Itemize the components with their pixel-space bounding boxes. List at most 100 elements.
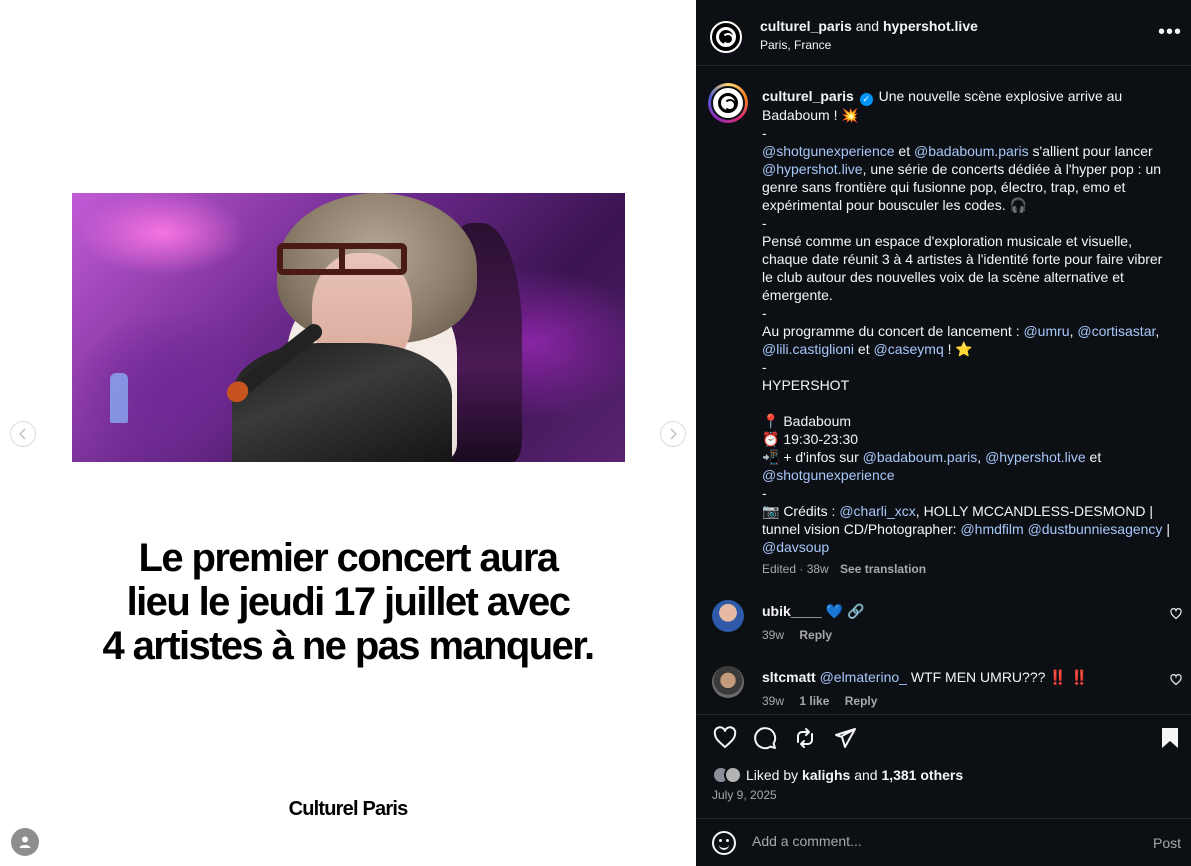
mention-link[interactable]: @shotgunexperience [762,143,895,159]
liker-avatar[interactable] [724,766,742,784]
performer-glasses [277,243,407,275]
caption-paragraph: Pensé comme un espace d'exploration musi… [762,233,1163,303]
comment-input[interactable] [752,833,1132,849]
comment-text: WTF MEN UMRU??? ‼️ ‼️ [910,669,1089,685]
liker-username[interactable]: kalighs [802,767,850,783]
caption-text: 📲 + d'infos sur [762,449,859,465]
tagged-user-button[interactable] [11,828,39,856]
caption-text: et [857,341,870,357]
mention-link[interactable]: @hmdfilm [960,521,1023,537]
caption-text: 📍 Badaboum [762,413,852,429]
heart-icon [1170,674,1182,686]
post-photo [72,193,625,462]
comment-username[interactable]: sltcmatt [762,669,816,685]
caption-text: et [898,143,911,159]
caption-text: ⏰ 19:30-23:30 [762,431,859,447]
comment-username[interactable]: ubik____ [762,603,822,619]
repost-icon [797,728,813,748]
verified-badge-icon: ✓ [859,93,873,106]
caption-text: s'allient pour lancer [1032,143,1153,159]
post-headline: Le premier concert aura lieu le jeudi 17… [40,536,656,668]
save-button[interactable] [1157,725,1183,751]
previous-button[interactable] [10,421,36,447]
chevron-right-icon [670,428,678,440]
mention-link[interactable]: @hypershot.live [985,449,1086,465]
comment-body: ubik____ 💙 🔗 [762,603,865,620]
caption-text: HYPERSHOT [762,377,850,393]
share-button[interactable] [832,725,858,751]
headline-line: lieu le jeudi 17 juillet avec [126,580,571,624]
water-bottle [110,373,128,423]
see-translation-button[interactable]: See translation [840,562,926,576]
caption-text: et [1089,449,1102,465]
comment-avatar[interactable] [712,600,744,632]
next-button[interactable] [660,421,686,447]
caption-text: , [977,449,982,465]
comment-icon [754,727,777,750]
comment-button[interactable] [752,725,778,751]
mention-link[interactable]: @charli_xcx [839,503,915,519]
caption-username[interactable]: culturel_paris [762,88,854,104]
more-options-button[interactable]: ••• [1158,22,1182,42]
mention-link[interactable]: @shotgunexperience [762,467,895,483]
caption-spacer [762,394,1172,412]
likes-prefix: Liked by [746,767,799,783]
caption-author-avatar[interactable] [708,83,748,123]
heart-icon [713,726,737,748]
caption-text: , [1155,323,1160,339]
post-comment-button[interactable]: Post [1153,835,1181,851]
mention-link[interactable]: @badaboum.paris [914,143,1029,159]
comment-meta: 39w Reply [762,628,844,642]
header-and: and [855,18,880,34]
mention-link[interactable]: @lili.castiglioni [762,341,854,357]
caption-dash: - [762,359,767,375]
mention-link[interactable]: @hypershot.live [762,161,863,177]
header-names: culturel_paris and hypershot.live [760,18,978,34]
caption-dash: - [762,215,767,231]
mention-link[interactable]: @cortisastar [1077,323,1155,339]
post-header: culturel_paris and hypershot.live Paris,… [696,0,1191,66]
comment-meta: 39w 1 like Reply [762,694,889,708]
like-button[interactable] [712,725,738,751]
comment-avatar[interactable] [712,666,744,698]
post-date[interactable]: July 9, 2025 [712,788,777,802]
author-link[interactable]: culturel_paris [760,18,852,34]
mention-link[interactable]: @umru [1023,323,1069,339]
comment-time: 39w [762,628,785,642]
post-sidebar: culturel_paris and hypershot.live Paris,… [696,0,1191,866]
caption-text: 📷 Crédits : [762,503,836,519]
collaborator-link[interactable]: hypershot.live [883,18,978,34]
add-comment-bar: Post [696,818,1191,866]
brand-signature: Culturel Paris [288,798,409,820]
chevron-left-icon [18,428,26,440]
author-avatar[interactable] [710,21,742,53]
mention-link[interactable]: @badaboum.paris [863,449,978,465]
location-link[interactable]: Paris, France [760,38,831,52]
mention-link[interactable]: @dustbunniesagency [1028,521,1163,537]
bookmark-icon [1162,728,1178,748]
mention-link[interactable]: @caseymq [874,341,944,357]
reply-button[interactable]: Reply [845,694,878,708]
likes-summary: Liked by kalighs and 1,381 others [712,765,963,785]
post-media: Le premier concert aura lieu le jeudi 17… [0,0,696,866]
likes-others-link[interactable]: 1,381 others [881,767,963,783]
mention-link[interactable]: @davsoup [762,539,829,555]
reply-button[interactable]: Reply [799,628,832,642]
caption-text: , [1069,323,1074,339]
comment-like-button[interactable] [1170,608,1182,623]
post-caption: culturel_paris ✓ Une nouvelle scène expl… [762,87,1172,556]
mention-link[interactable]: @elmaterino_ [820,669,907,685]
comment-time: 39w [762,694,785,708]
action-bar [696,714,1191,760]
emoji-icon[interactable] [712,831,736,855]
instagram-post-view: Le premier concert aura lieu le jeudi 17… [0,0,1191,866]
headline-line: Le premier concert aura [138,536,560,580]
comment-like-button[interactable] [1170,674,1182,689]
likes-and: and [854,767,878,783]
user-icon [19,836,31,848]
caption-text: Au programme du concert de lancement : [762,323,1020,339]
heart-icon [1170,608,1182,620]
comment-likes[interactable]: 1 like [799,694,829,708]
caption-text: ! ⭐ [947,341,973,357]
repost-button[interactable] [792,725,818,751]
